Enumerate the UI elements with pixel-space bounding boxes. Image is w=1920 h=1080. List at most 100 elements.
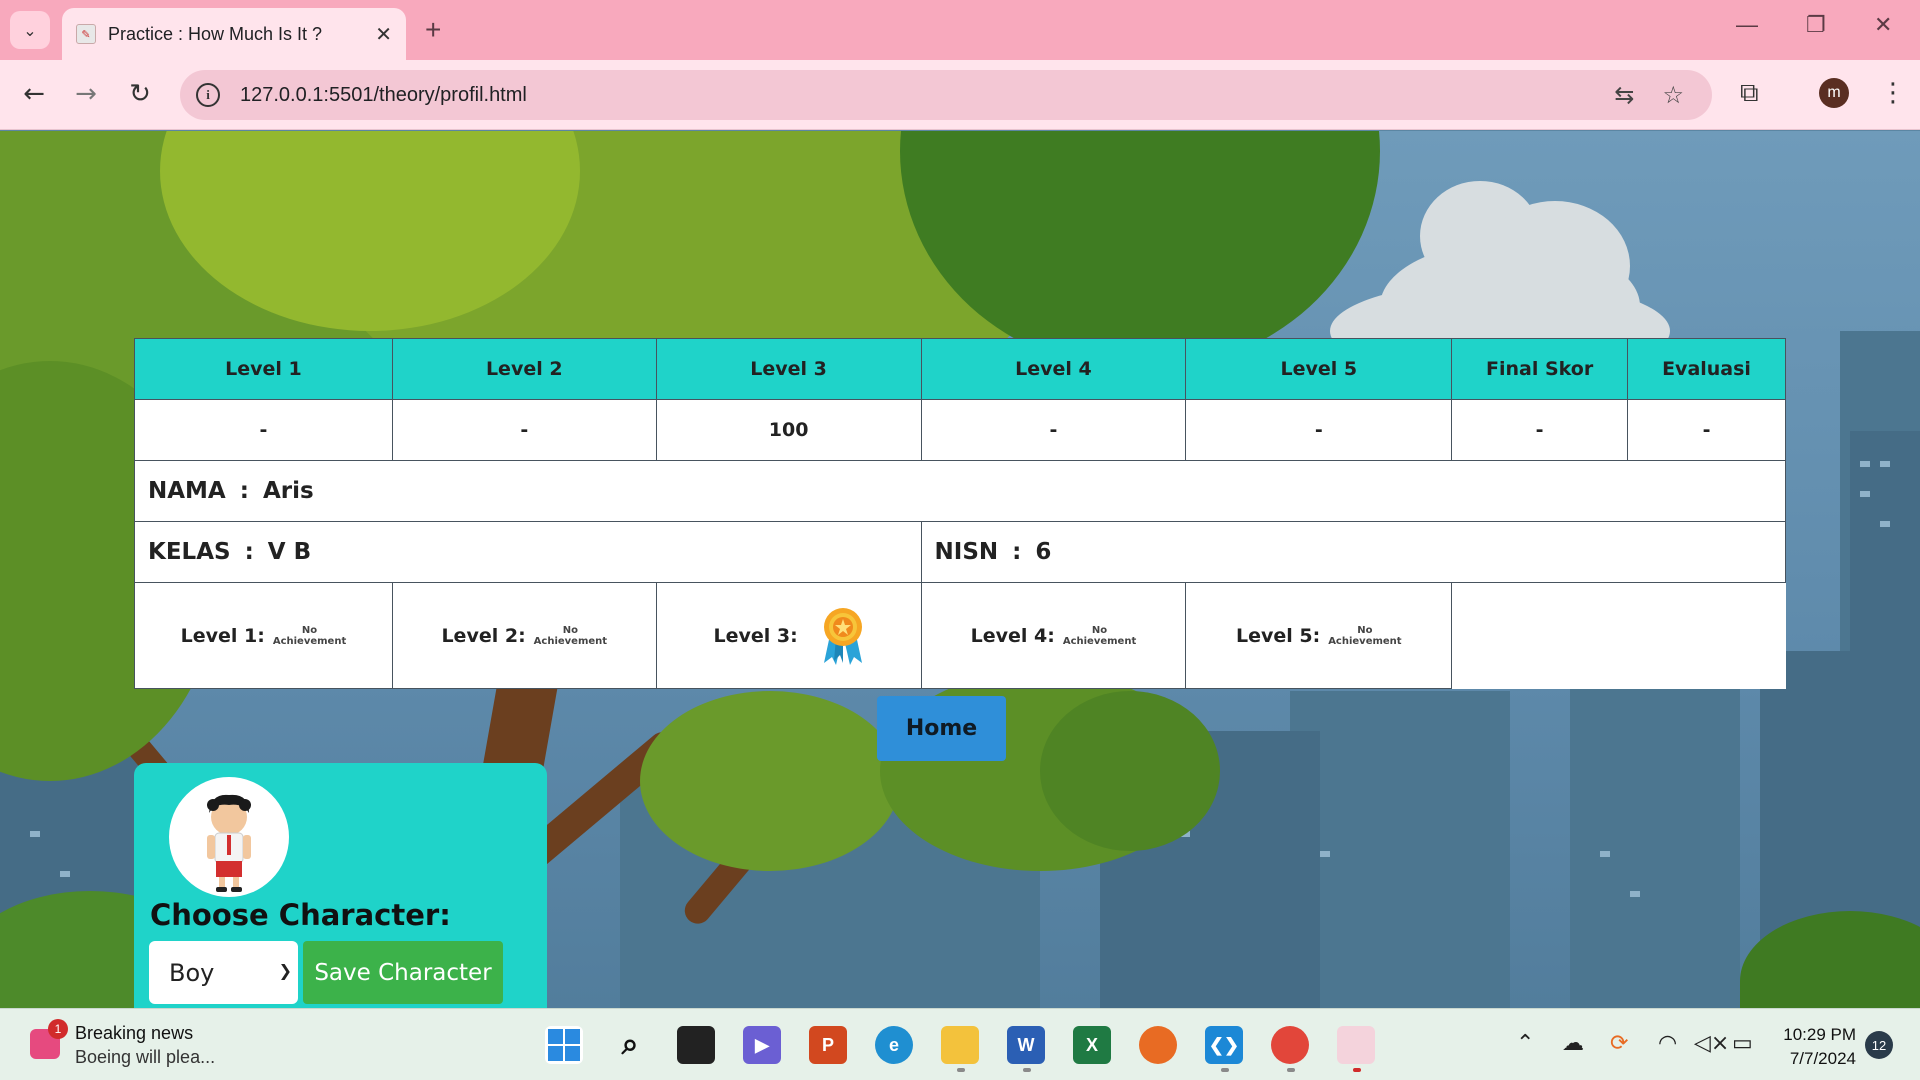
score-table: Level 1 Level 2 Level 3 Level 4 Level 5 … (134, 338, 1787, 689)
minimize-icon[interactable]: — (1736, 12, 1758, 38)
search-icon[interactable]: ⌕ (611, 1026, 649, 1064)
sync-icon[interactable]: ⟳ (1610, 1031, 1628, 1056)
no-achievement-line2: Achievement (1328, 635, 1402, 647)
profile-avatar[interactable]: m (1819, 78, 1849, 108)
extensions-icon[interactable]: ⧉ (1740, 78, 1759, 109)
home-button[interactable]: Home (877, 696, 1006, 761)
no-achievement-text: No Achievement (534, 625, 607, 647)
chevron-down-icon: ⌄ (23, 20, 37, 40)
kelas-label: KELAS (148, 539, 231, 565)
clock[interactable]: 10:29 PM 7/7/2024 (1764, 1023, 1856, 1071)
file-explorer-icon[interactable] (941, 1026, 979, 1064)
no-achievement-line2: Achievement (533, 635, 608, 647)
character-panel: Choose Character: Boy ❯ Save Character (134, 763, 547, 1013)
chrome-icon[interactable] (1271, 1026, 1309, 1064)
header-level-5: Level 5 (1185, 338, 1453, 400)
edge-icon[interactable]: e (875, 1026, 913, 1064)
new-tab-button[interactable]: + (425, 14, 441, 46)
start-icon[interactable] (545, 1026, 583, 1064)
header-level-3: Level 3 (655, 338, 922, 400)
nama-label: NAMA (148, 478, 226, 504)
chevron-down-icon: ❯ (278, 961, 292, 980)
tab-search-button[interactable]: ⌄ (10, 11, 50, 49)
site-info-icon[interactable]: i (196, 83, 220, 107)
notification-badge[interactable]: 12 (1865, 1031, 1893, 1059)
nama-cell: NAMA : Aris (134, 460, 1786, 522)
value-final-skor: - (1451, 399, 1629, 461)
tab-strip: ⌄ ✎ Practice : How Much Is It ? ✕ + — ❐ … (0, 0, 1920, 60)
news-title[interactable]: Breaking news (75, 1023, 193, 1044)
tab-title: Practice : How Much Is It ? (108, 23, 323, 44)
nama-value: Aris (262, 478, 314, 504)
task-view-icon[interactable] (677, 1026, 715, 1064)
restore-icon[interactable]: ❐ (1806, 12, 1826, 38)
header-level-4: Level 4 (920, 338, 1187, 400)
nama-separator: : (239, 478, 249, 504)
header-level-1: Level 1 (134, 338, 393, 400)
kelas-value: V B (267, 539, 312, 565)
value-evaluasi: - (1627, 399, 1786, 461)
no-achievement-text: No Achievement (1328, 625, 1401, 647)
no-achievement-line2: Achievement (1062, 635, 1137, 647)
value-level-1: - (134, 399, 393, 461)
value-level-2: - (391, 399, 657, 461)
score-value-row: - - 100 - - - - (134, 399, 1786, 461)
achievement-label: Level 1: (180, 624, 265, 647)
kelas-nisn-row: KELAS : V B NISN : 6 (134, 521, 1787, 583)
medal-ribbon-icon (823, 607, 862, 665)
no-achievement-line1: No (1357, 624, 1373, 636)
boy-character-icon (207, 794, 251, 892)
wifi-icon[interactable]: ◠ (1658, 1031, 1677, 1056)
active-tab[interactable]: ✎ Practice : How Much Is It ? ✕ (62, 8, 406, 60)
excel-icon[interactable]: X (1073, 1026, 1111, 1064)
score-header-row: Level 1 Level 2 Level 3 Level 4 Level 5 … (134, 338, 1786, 400)
no-achievement-line1: No (562, 624, 578, 636)
no-achievement-text: No Achievement (1063, 625, 1136, 647)
teams-icon[interactable]: ▶ (743, 1026, 781, 1064)
achievement-label: Level 2: (441, 624, 526, 647)
back-icon[interactable]: ← (16, 76, 52, 112)
menu-icon[interactable]: ⋮ (1880, 78, 1906, 108)
achievement-level-3: Level 3: (655, 582, 922, 689)
character-select[interactable]: Boy ❯ (149, 941, 298, 1004)
empty-cell (1452, 583, 1786, 689)
address-bar[interactable]: i 127.0.0.1:5501/theory/profil.html ⇆ ☆ (180, 70, 1712, 120)
battery-icon[interactable]: ▭ (1732, 1031, 1753, 1056)
value-level-4: - (920, 399, 1187, 461)
volume-muted-icon[interactable]: ◁× (1694, 1031, 1729, 1056)
save-character-button[interactable]: Save Character (303, 941, 503, 1004)
forward-icon[interactable]: → (68, 76, 104, 112)
running-indicator (1221, 1068, 1229, 1072)
news-subtitle[interactable]: Boeing will plea... (75, 1047, 215, 1068)
clock-time: 10:29 PM (1783, 1025, 1856, 1044)
reload-icon[interactable]: ↻ (122, 76, 158, 112)
tab-close-icon[interactable]: ✕ (375, 22, 392, 46)
nisn-value: 6 (1035, 539, 1052, 565)
url-text[interactable]: 127.0.0.1:5501/theory/profil.html (240, 84, 1614, 107)
bookmark-star-icon[interactable]: ☆ (1662, 81, 1684, 109)
vscode-icon[interactable]: ❮❯ (1205, 1026, 1243, 1064)
no-achievement-text: No Achievement (273, 625, 346, 647)
news-badge: 1 (48, 1019, 68, 1039)
value-level-3: 100 (655, 399, 922, 461)
running-indicator (1287, 1068, 1295, 1072)
onedrive-cloud-icon[interactable]: ☁ (1562, 1031, 1584, 1056)
powerpoint-icon[interactable]: P (809, 1026, 847, 1064)
firefox-icon[interactable] (1139, 1026, 1177, 1064)
snipping-tool-icon[interactable] (1337, 1026, 1375, 1064)
header-final-skor: Final Skor (1451, 338, 1629, 400)
running-indicator (1023, 1068, 1031, 1072)
achievement-label: Level 4: (970, 624, 1055, 647)
no-achievement-line1: No (301, 624, 318, 636)
translate-icon[interactable]: ⇆ (1614, 81, 1634, 109)
favicon-icon: ✎ (76, 24, 96, 44)
running-indicator (957, 1068, 965, 1072)
achievement-label: Level 5: (1235, 624, 1321, 647)
nisn-cell: NISN : 6 (920, 521, 1787, 583)
word-icon[interactable]: W (1007, 1026, 1045, 1064)
chevron-up-icon[interactable]: ⌃ (1516, 1031, 1534, 1056)
value-level-5: - (1185, 399, 1453, 461)
choose-character-title: Choose Character: (150, 898, 451, 932)
header-level-2: Level 2 (391, 338, 657, 400)
window-close-icon[interactable]: ✕ (1874, 12, 1892, 38)
